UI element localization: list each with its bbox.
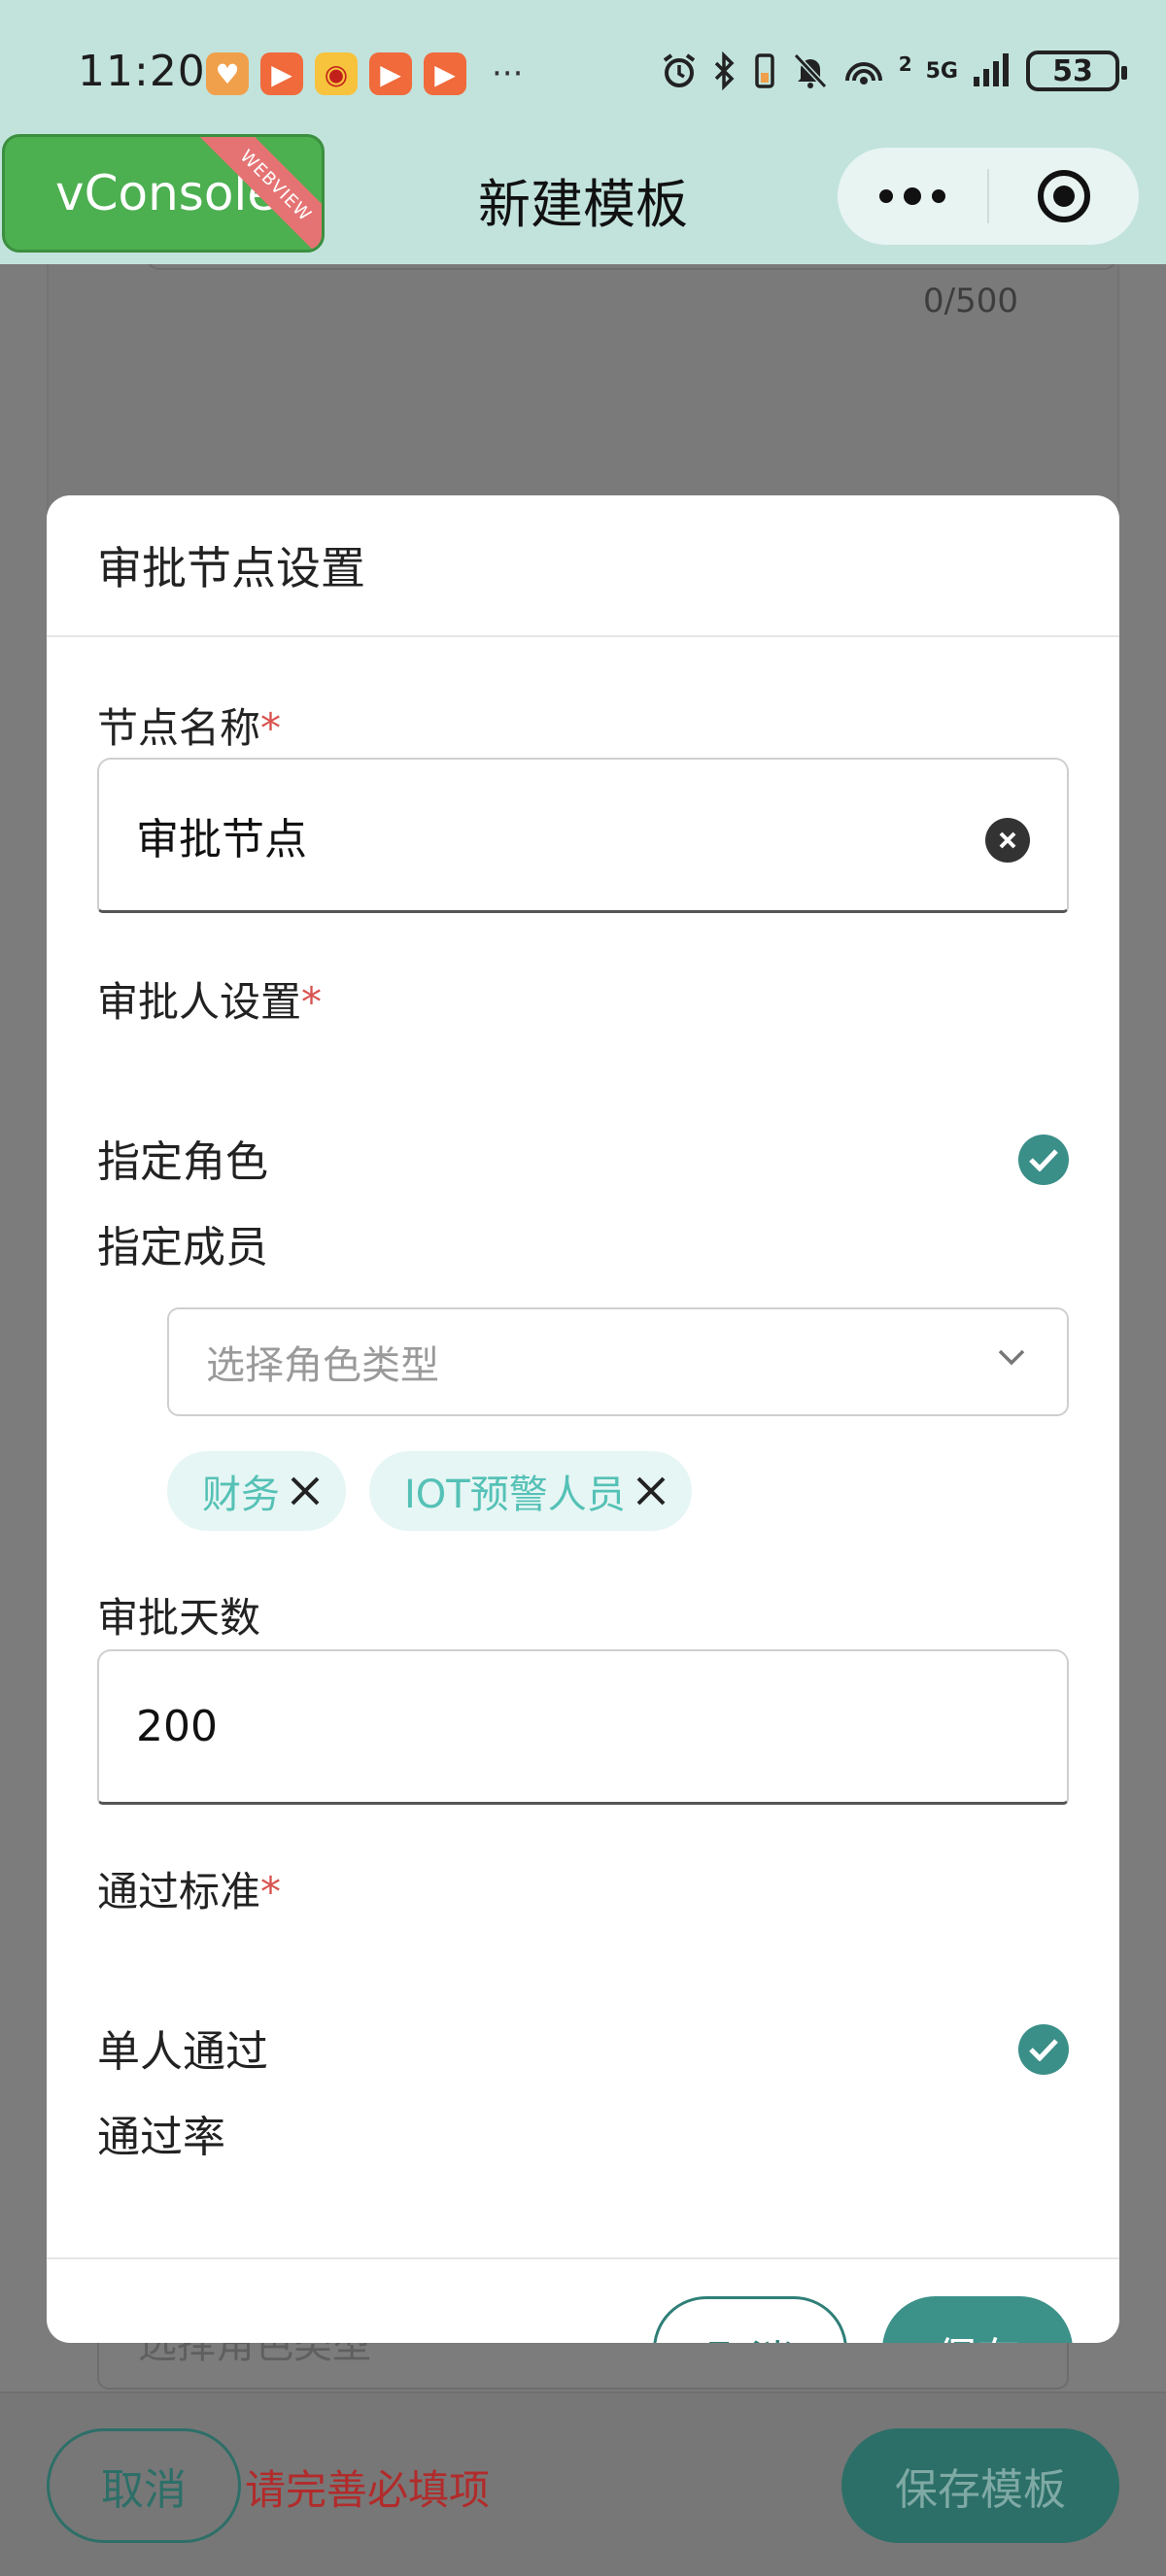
alarm-icon (663, 53, 695, 87)
bluetooth-icon (714, 51, 735, 90)
required-mark: * (260, 1868, 282, 1915)
system-status: 2 5G 53 (660, 51, 1127, 91)
select-placeholder: 选择角色类型 (206, 1343, 439, 1388)
battery-indicator: 53 (1026, 51, 1127, 91)
dialog-cancel-button[interactable]: 取消 (653, 2296, 847, 2343)
signal-icon (974, 53, 1009, 86)
vconsole-button[interactable]: vConsole WEBVIEW (2, 134, 325, 253)
option-specify-member[interactable]: 指定成员 (97, 1214, 1069, 1272)
chevron-down-icon (998, 1349, 1025, 1366)
option-label: 指定角色 (97, 1137, 268, 1187)
required-warning: 请完善必填项 (245, 2466, 491, 2514)
weibo-app-icon: ◉ (315, 52, 358, 95)
cancel-template-button[interactable]: 取消 (47, 2428, 241, 2543)
required-mark: * (260, 704, 282, 752)
option-single-pass[interactable]: 单人通过 (97, 2018, 1069, 2077)
days-label: 审批天数 (97, 1594, 261, 1642)
selected-roles: 财务 IOT预警人员 (167, 1451, 692, 1531)
role-tag: 财务 (167, 1451, 346, 1531)
option-pass-rate[interactable]: 通过率 (97, 2104, 1069, 2162)
days-value: 200 (136, 1702, 218, 1751)
option-label: 单人通过 (97, 2027, 268, 2077)
close-miniprogram-button[interactable] (989, 148, 1139, 245)
kuaishou-app-icon: ▶ (369, 52, 412, 95)
network-type: 5G (925, 58, 958, 84)
kuaishou-app-icon: ▶ (260, 52, 303, 95)
role-tag-label: 财务 (202, 1473, 280, 1517)
node-name-label-text: 节点名称 (97, 704, 261, 752)
target-circle-icon (1038, 170, 1090, 222)
dialog-title: 审批节点设置 (47, 495, 1119, 637)
vibrate-icon (754, 53, 774, 88)
approver-label-text: 审批人设置 (97, 978, 302, 1026)
notification-icons: ♥ ▶ ◉ ▶ ▶ ··· (206, 52, 523, 95)
role-tag: IOT预警人员 (369, 1451, 692, 1531)
dialog-save-button[interactable]: 保存 (882, 2296, 1073, 2343)
pass-standard-label-text: 通过标准 (97, 1868, 261, 1915)
node-name-label: 节点名称* (97, 695, 281, 755)
kuaishou-app-icon: ▶ (424, 52, 466, 95)
close-icon (999, 831, 1016, 849)
option-specify-role[interactable]: 指定角色 (97, 1129, 1069, 1187)
option-label: 通过率 (97, 2113, 225, 2162)
save-template-button[interactable]: 保存模板 (841, 2428, 1119, 2543)
hotspot-icon (844, 62, 882, 85)
option-label: 指定成员 (97, 1223, 268, 1272)
dialog-footer: 取消 保存 (47, 2257, 1119, 2343)
top-bar: 11:20 ♥ ▶ ◉ ▶ ▶ ··· 2 5G 53 vConsole WEB… (0, 0, 1166, 264)
approver-label: 审批人设置* (97, 969, 322, 1029)
role-tag-label: IOT预警人员 (404, 1473, 626, 1517)
health-app-icon: ♥ (206, 52, 249, 95)
node-name-value: 审批节点 (136, 814, 307, 864)
days-input[interactable]: 200 (97, 1649, 1069, 1805)
char-count: 0/500 (923, 282, 1018, 321)
status-time: 11:20 (78, 47, 206, 96)
role-type-select[interactable]: 选择角色类型 (167, 1307, 1069, 1416)
required-mark: * (301, 978, 323, 1026)
remove-tag-icon[interactable] (286, 1472, 325, 1510)
remove-tag-icon[interactable] (632, 1472, 670, 1510)
more-dots-icon (879, 187, 945, 205)
more-button[interactable] (838, 148, 987, 245)
sim-number: 2 (898, 52, 912, 76)
pass-standard-label: 通过标准* (97, 1859, 281, 1918)
clear-input-button[interactable] (985, 818, 1030, 863)
more-notifications-icon: ··· (492, 54, 524, 93)
checkmark-icon (1018, 2024, 1069, 2075)
bottom-action-bar: 取消 请完善必填项 保存模板 (0, 2391, 1166, 2576)
miniprogram-capsule (838, 148, 1139, 245)
approval-node-dialog: 审批节点设置 节点名称* 审批节点 审批人设置* 指定角色 指定成员 选择角色类… (47, 495, 1119, 2343)
checkmark-icon (1018, 1135, 1069, 1185)
node-name-input[interactable]: 审批节点 (97, 758, 1069, 913)
mute-bell-icon (793, 52, 827, 89)
